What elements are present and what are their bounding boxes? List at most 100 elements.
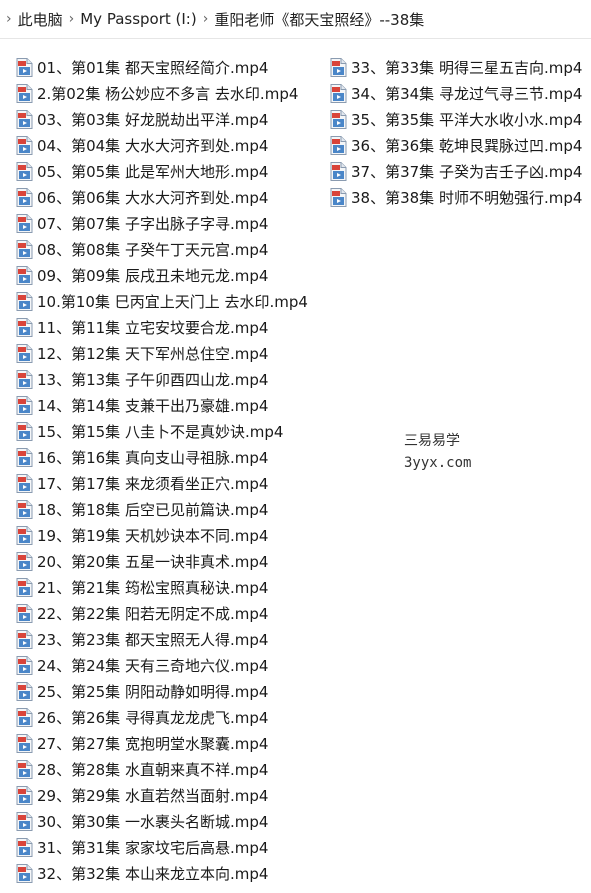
watermark-line-2: 3yyx.com [404,455,472,471]
file-item[interactable]: 11、第11集 立宅安坟要合龙.mp4 [16,314,308,340]
file-item[interactable]: 35、第35集 平洋大水收小水.mp4 [330,106,582,132]
file-item[interactable]: 20、第20集 五星一诀非真术.mp4 [16,548,308,574]
file-list-left: 01、第01集 都天宝照经简介.mp4 2.第02集 杨公妙应不多言 去水印.mp… [16,54,308,886]
file-item[interactable]: 32、第32集 本山来龙立本向.mp4 [16,860,308,886]
video-file-icon [16,499,33,519]
video-file-icon [16,317,33,337]
file-name: 17、第17集 来龙须看坐正穴.mp4 [37,474,269,493]
file-name: 32、第32集 本山来龙立本向.mp4 [37,864,269,883]
file-item[interactable]: 24、第24集 天有三奇地六仪.mp4 [16,652,308,678]
file-item[interactable]: 30、第30集 一水裹头名断城.mp4 [16,808,308,834]
file-item[interactable]: 16、第16集 真向支山寻祖脉.mp4 [16,444,308,470]
file-item[interactable]: 10.第10集 巳丙宜上天门上 去水印.mp4 [16,288,308,314]
video-file-icon [16,369,33,389]
file-item[interactable]: 28、第28集 水直朝来真不祥.mp4 [16,756,308,782]
file-item[interactable]: 03、第03集 好龙脱劫出平洋.mp4 [16,106,308,132]
file-name: 14、第14集 支兼干出乃豪雄.mp4 [37,396,269,415]
video-file-icon [16,681,33,701]
file-item[interactable]: 36、第36集 乾坤艮巽脉过凹.mp4 [330,132,582,158]
file-name: 26、第26集 寻得真龙龙虎飞.mp4 [37,708,269,727]
file-item[interactable]: 37、第37集 子癸为吉壬子凶.mp4 [330,158,582,184]
file-item[interactable]: 18、第18集 后空已见前篇诀.mp4 [16,496,308,522]
chevron-right-icon[interactable]: › [203,11,209,27]
video-file-icon [16,395,33,415]
file-item[interactable]: 26、第26集 寻得真龙龙虎飞.mp4 [16,704,308,730]
file-name: 05、第05集 此是军州大地形.mp4 [37,162,269,181]
file-name: 07、第07集 子字出脉子字寻.mp4 [37,214,269,233]
file-name: 21、第21集 筠松宝照真秘诀.mp4 [37,578,269,597]
file-list-right: 33、第33集 明得三星五吉向.mp4 34、第34集 寻龙过气寻三节.mp4 35… [330,54,582,210]
file-item[interactable]: 06、第06集 大水大河齐到处.mp4 [16,184,308,210]
file-name: 01、第01集 都天宝照经简介.mp4 [37,58,269,77]
file-item[interactable]: 23、第23集 都天宝照无人得.mp4 [16,626,308,652]
video-file-icon [16,109,33,129]
video-file-icon [16,265,33,285]
file-item[interactable]: 15、第15集 八圭卜不是真妙诀.mp4 [16,418,308,444]
file-item[interactable]: 14、第14集 支兼干出乃豪雄.mp4 [16,392,308,418]
video-file-icon [330,135,347,155]
file-item[interactable]: 17、第17集 来龙须看坐正穴.mp4 [16,470,308,496]
file-name: 2.第02集 杨公妙应不多言 去水印.mp4 [37,84,299,103]
file-name: 11、第11集 立宅安坟要合龙.mp4 [37,318,269,337]
file-item[interactable]: 22、第22集 阳若无阴定不成.mp4 [16,600,308,626]
file-item[interactable]: 27、第27集 宽抱明堂水聚囊.mp4 [16,730,308,756]
file-item[interactable]: 09、第09集 辰戌丑未地元龙.mp4 [16,262,308,288]
video-file-icon [16,629,33,649]
file-item[interactable]: 29、第29集 水直若然当面射.mp4 [16,782,308,808]
file-item[interactable]: 38、第38集 时师不明勉强行.mp4 [330,184,582,210]
video-file-icon [330,57,347,77]
file-name: 36、第36集 乾坤艮巽脉过凹.mp4 [351,136,583,155]
file-item[interactable]: 2.第02集 杨公妙应不多言 去水印.mp4 [16,80,308,106]
video-file-icon [16,135,33,155]
file-item[interactable]: 01、第01集 都天宝照经简介.mp4 [16,54,308,80]
file-item[interactable]: 21、第21集 筠松宝照真秘诀.mp4 [16,574,308,600]
video-file-icon [16,473,33,493]
file-item[interactable]: 07、第07集 子字出脉子字寻.mp4 [16,210,308,236]
video-file-icon [16,733,33,753]
breadcrumb-folder[interactable]: 重阳老师《都天宝照经》--38集 [214,9,424,30]
file-name: 04、第04集 大水大河齐到处.mp4 [37,136,269,155]
chevron-right-icon[interactable]: › [6,11,12,27]
file-item[interactable]: 34、第34集 寻龙过气寻三节.mp4 [330,80,582,106]
video-file-icon [16,759,33,779]
file-name: 24、第24集 天有三奇地六仪.mp4 [37,656,269,675]
breadcrumb-this-pc[interactable]: 此电脑 [18,9,63,30]
video-file-icon [16,837,33,857]
file-item[interactable]: 19、第19集 天机妙诀本不同.mp4 [16,522,308,548]
file-item[interactable]: 04、第04集 大水大河齐到处.mp4 [16,132,308,158]
file-name: 08、第08集 子癸午丁天元宫.mp4 [37,240,269,259]
video-file-icon [16,291,33,311]
file-item[interactable]: 12、第12集 天下军州总住空.mp4 [16,340,308,366]
video-file-icon [330,187,347,207]
breadcrumb-drive[interactable]: My Passport (I:) [80,10,196,28]
file-name: 37、第37集 子癸为吉壬子凶.mp4 [351,162,583,181]
file-name: 03、第03集 好龙脱劫出平洋.mp4 [37,110,269,129]
file-name: 33、第33集 明得三星五吉向.mp4 [351,58,583,77]
file-item[interactable]: 31、第31集 家家坟宅后高悬.mp4 [16,834,308,860]
file-item[interactable]: 13、第13集 子午卯酉四山龙.mp4 [16,366,308,392]
video-file-icon [16,57,33,77]
file-name: 28、第28集 水直朝来真不祥.mp4 [37,760,269,779]
video-file-icon [16,343,33,363]
file-name: 10.第10集 巳丙宜上天门上 去水印.mp4 [37,292,308,311]
file-name: 16、第16集 真向支山寻祖脉.mp4 [37,448,269,467]
file-item[interactable]: 05、第05集 此是军州大地形.mp4 [16,158,308,184]
chevron-right-icon[interactable]: › [69,11,75,27]
watermark-line-1: 三易易学 [404,433,460,449]
video-file-icon [16,525,33,545]
video-file-icon [16,655,33,675]
video-file-icon [16,161,33,181]
file-item[interactable]: 33、第33集 明得三星五吉向.mp4 [330,54,582,80]
video-file-icon [16,551,33,571]
video-file-icon [16,863,33,883]
video-file-icon [16,213,33,233]
file-name: 27、第27集 宽抱明堂水聚囊.mp4 [37,734,269,753]
file-name: 19、第19集 天机妙诀本不同.mp4 [37,526,269,545]
video-file-icon [16,447,33,467]
video-file-icon [16,707,33,727]
file-name: 20、第20集 五星一诀非真术.mp4 [37,552,269,571]
file-item[interactable]: 08、第08集 子癸午丁天元宫.mp4 [16,236,308,262]
video-file-icon [330,83,347,103]
file-name: 09、第09集 辰戌丑未地元龙.mp4 [37,266,269,285]
file-item[interactable]: 25、第25集 阴阳动静如明得.mp4 [16,678,308,704]
